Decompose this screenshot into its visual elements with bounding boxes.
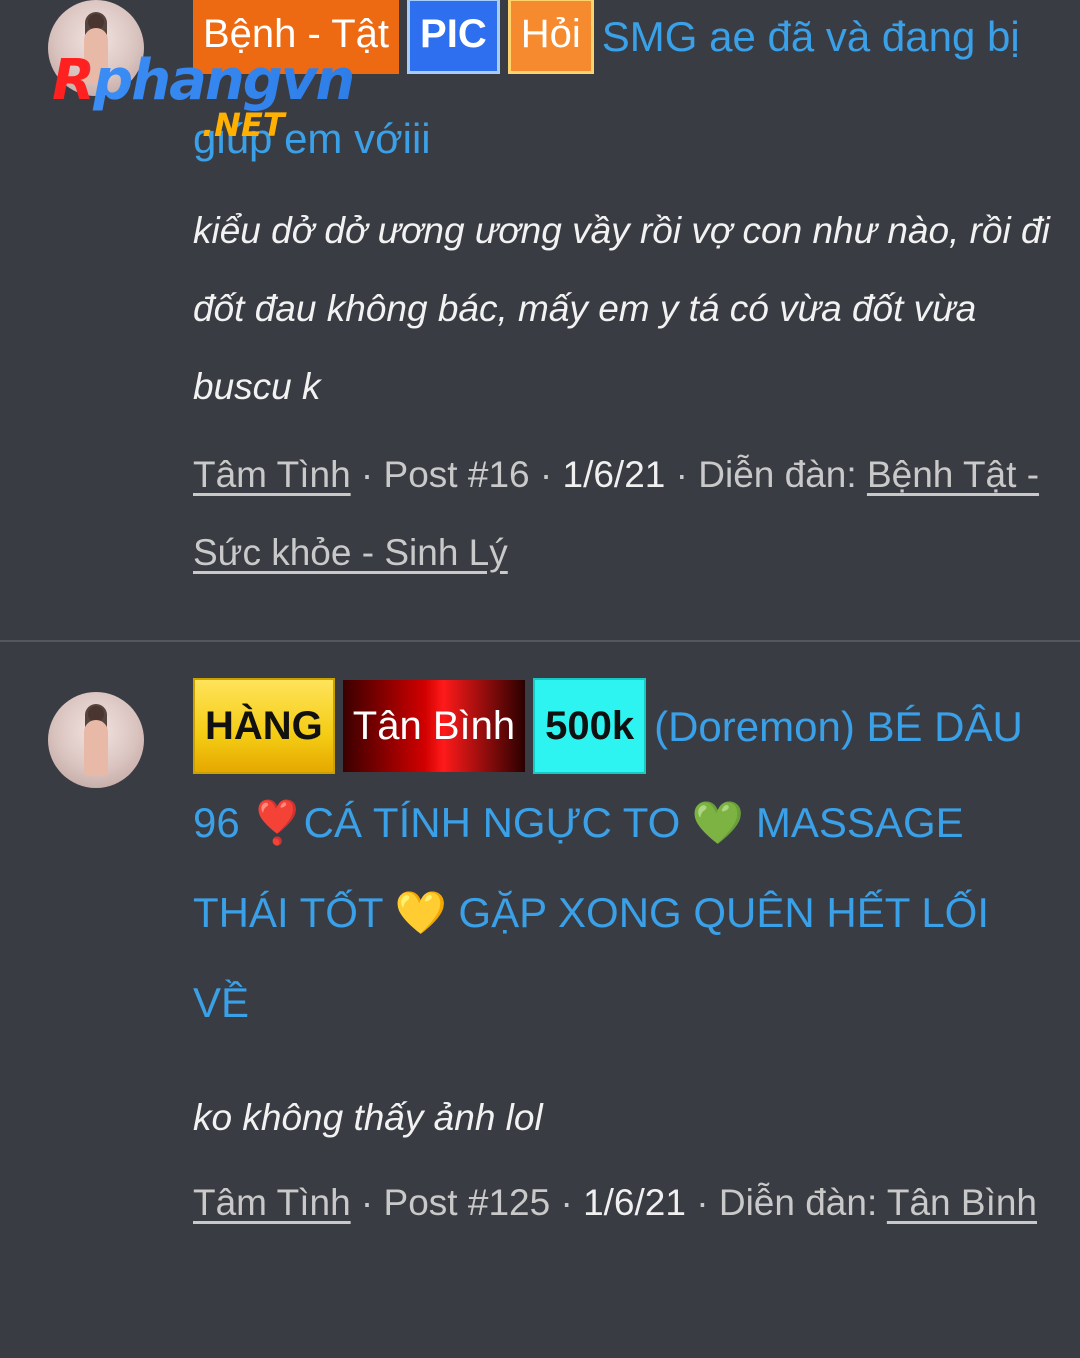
post-date: 1/6/21 [562, 454, 666, 495]
author-link[interactable]: Tâm Tình [193, 454, 351, 495]
site-logo-watermark: Rphangvn .NET [52, 48, 382, 148]
logo-suffix: .NET [202, 106, 285, 144]
search-result: HÀNG Tân Bình 500k (Doremon) BÉ DÂU 96 ❣️CÁ… [0, 642, 1080, 1358]
post-meta: Tâm Tình · Post #125 · 1/6/21 · Diễn đàn… [193, 1182, 1038, 1223]
avatar-figure-body [84, 720, 108, 776]
post-date: 1/6/21 [583, 1182, 686, 1223]
prefix-badge[interactable]: PIC [407, 0, 500, 74]
logo-wordmark: Rphangvn [52, 48, 355, 113]
thread-title-link[interactable]: HÀNG Tân Bình 500k (Doremon) BÉ DÂU 96 ❣️CÁ… [193, 678, 1053, 1048]
post-snippet: ko không thấy ảnh lol [193, 1097, 543, 1138]
prefix-badge[interactable]: 500k [533, 678, 647, 774]
post-number: Post #125 [383, 1182, 551, 1223]
prefix-badge[interactable]: Hỏi [507, 0, 594, 74]
post-number: Post #16 [383, 454, 530, 495]
post-meta: Tâm Tình · Post #16 · 1/6/21 · Diễn đàn:… [193, 454, 1040, 573]
forum-label: Diễn đàn: [698, 454, 857, 495]
post-snippet: kiểu dở dở ương ương vầy rồi vợ con như … [193, 210, 1050, 407]
prefix-badge[interactable]: Tân Bình [342, 680, 526, 772]
author-link[interactable]: Tâm Tình [193, 1182, 351, 1223]
avatar[interactable] [48, 692, 144, 788]
forum-label: Diễn đàn: [718, 1182, 878, 1223]
prefix-badge[interactable]: HÀNG [193, 678, 335, 774]
forum-link[interactable]: Tân Bình [887, 1182, 1037, 1223]
